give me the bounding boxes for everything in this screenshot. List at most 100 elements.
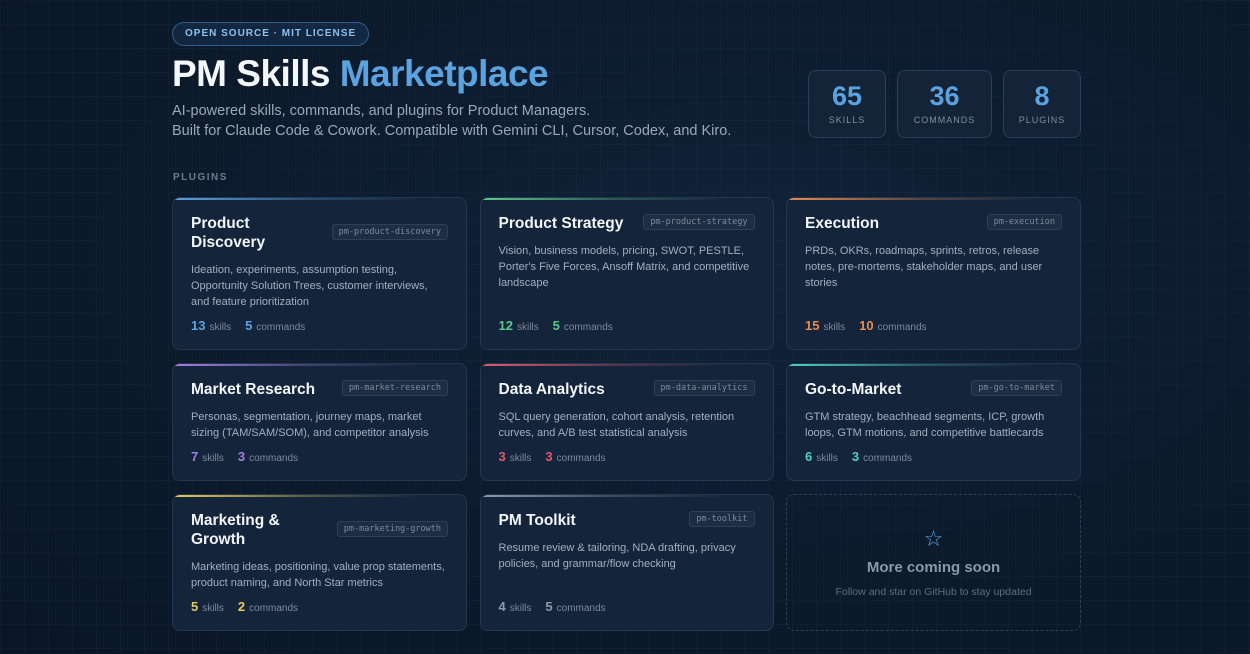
skills-count: 5 [191, 599, 199, 614]
plugin-tag: pm-execution [986, 214, 1062, 230]
plugin-counts: 3 skills 3 commands [499, 449, 606, 464]
stat-value: 36 [929, 81, 960, 111]
stat-label: COMMANDS [913, 115, 976, 125]
skills-count: 12 [498, 318, 513, 333]
plugin-counts: 12 skills 5 commands [499, 318, 613, 333]
plugin-name: Product Discovery [191, 215, 266, 251]
plugin-tag: pm-toolkit [689, 511, 755, 527]
commands-count: 10 [859, 318, 874, 333]
plugin-name: Execution [805, 215, 880, 232]
card-accent-line [173, 495, 466, 497]
title-main: PM Skills [172, 53, 330, 94]
plugin-tag: pm-go-to-market [971, 380, 1062, 396]
page-container: OPEN SOURCE · MIT LICENSE PM Skills Mark… [172, 22, 1081, 631]
commands-label: commands [556, 603, 606, 614]
plugin-card-product-discovery[interactable]: Product Discovery pm-product-discovery I… [172, 197, 467, 350]
plugin-card-go-to-market[interactable]: Go-to-Market pm-go-to-market GTM strateg… [786, 363, 1081, 481]
skills-label: skills [509, 453, 532, 464]
commands-count: 3 [237, 449, 246, 464]
plugin-description: Ideation, experiments, assumption testin… [191, 264, 428, 308]
plugin-tag: pm-product-strategy [643, 214, 755, 230]
plugin-description: GTM strategy, beachhead segments, ICP, g… [805, 411, 1045, 439]
plugin-card-marketing-growth[interactable]: Marketing & Growth pm-marketing-growth M… [172, 494, 467, 631]
card-accent-line [173, 364, 466, 366]
stat-skills: 65 SKILLS [808, 70, 886, 138]
plugin-name: PM Toolkit [498, 512, 576, 529]
plugin-counts: 6 skills 3 commands [805, 449, 912, 464]
commands-count: 2 [237, 599, 246, 614]
skills-count: 7 [191, 449, 199, 464]
commands-label: commands [563, 322, 613, 333]
commands-count: 5 [545, 599, 553, 614]
skills-count: 4 [498, 599, 506, 614]
plugin-card-product-strategy[interactable]: Product Strategy pm-product-strategy Vis… [479, 197, 774, 350]
card-accent-line [480, 495, 773, 497]
commands-count: 3 [545, 449, 553, 464]
skills-label: skills [209, 322, 232, 333]
plugin-card-pm-toolkit[interactable]: PM Toolkit pm-toolkit Resume review & ta… [479, 494, 774, 631]
plugin-tag: pm-market-research [341, 380, 448, 396]
stat-label: SKILLS [828, 115, 866, 125]
plugin-counts: 5 skills 2 commands [191, 599, 298, 614]
plugin-card-execution[interactable]: Execution pm-execution PRDs, OKRs, roadm… [786, 197, 1081, 350]
plugin-name: Market Research [191, 381, 316, 398]
star-icon: ☆ [923, 526, 944, 551]
plugin-name: Product Strategy [498, 215, 624, 232]
skills-count: 6 [805, 449, 813, 464]
plugin-counts: 13 skills 5 commands [191, 318, 305, 333]
stat-plugins: 8 PLUGINS [1003, 70, 1081, 138]
section-label-plugins: PLUGINS [173, 172, 228, 183]
skills-count: 3 [498, 449, 506, 464]
commands-count: 5 [552, 318, 560, 333]
license-badge: OPEN SOURCE · MIT LICENSE [172, 22, 370, 46]
plugin-description: Marketing ideas, positioning, value prop… [191, 561, 445, 589]
skills-label: skills [516, 322, 539, 333]
commands-label: commands [556, 453, 606, 464]
plugin-description: Resume review & tailoring, NDA drafting,… [498, 542, 736, 570]
plugin-description: Personas, segmentation, journey maps, ma… [191, 411, 429, 439]
plugin-counts: 15 skills 10 commands [805, 318, 927, 333]
plugin-card-market-research[interactable]: Market Research pm-market-research Perso… [172, 363, 467, 481]
card-accent-line [480, 364, 773, 366]
plugin-name: Marketing & Growth [191, 512, 280, 548]
commands-label: commands [249, 603, 299, 614]
commands-count: 5 [245, 318, 253, 333]
stat-label: PLUGINS [1018, 115, 1066, 125]
stat-commands: 36 COMMANDS [897, 70, 992, 138]
skills-label: skills [509, 603, 532, 614]
skills-count: 13 [191, 318, 206, 333]
coming-soon-subtitle: Follow and star on GitHub to stay update… [835, 586, 1032, 598]
commands-label: commands [256, 322, 306, 333]
commands-label: commands [249, 453, 299, 464]
card-accent-line [787, 364, 1080, 366]
stats-panel: 65 SKILLS 36 COMMANDS 8 PLUGINS [808, 70, 1081, 138]
commands-count: 3 [851, 449, 860, 464]
plugin-description: SQL query generation, cohort analysis, r… [498, 411, 735, 439]
plugin-tag: pm-marketing-growth [336, 521, 448, 537]
plugin-description: PRDs, OKRs, roadmaps, sprints, retros, r… [805, 245, 1043, 289]
skills-label: skills [202, 453, 224, 464]
plugin-tag: pm-product-discovery [331, 224, 448, 240]
commands-label: commands [877, 322, 927, 333]
plugin-description: Vision, business models, pricing, SWOT, … [498, 245, 750, 289]
plugin-name: Data Analytics [498, 381, 605, 398]
commands-label: commands [863, 453, 913, 464]
stat-value: 65 [831, 81, 863, 111]
coming-soon-card: ☆ More coming soon Follow and star on Gi… [786, 494, 1081, 631]
skills-label: skills [823, 322, 846, 333]
plugin-card-data-analytics[interactable]: Data Analytics pm-data-analytics SQL que… [479, 363, 774, 481]
plugin-counts: 7 skills 3 commands [191, 449, 298, 464]
plugin-counts: 4 skills 5 commands [499, 599, 606, 614]
card-accent-line [173, 198, 466, 200]
plugin-name: Go-to-Market [805, 381, 902, 398]
card-accent-line [480, 198, 773, 200]
coming-soon-title: More coming soon [866, 559, 1001, 576]
skills-label: skills [816, 453, 838, 464]
plugin-grid: Product Discovery pm-product-discovery I… [172, 197, 1081, 631]
skills-label: skills [202, 603, 224, 614]
plugin-tag: pm-data-analytics [653, 380, 755, 396]
card-accent-line [787, 198, 1080, 200]
title-accent: Marketplace [339, 53, 549, 94]
skills-count: 15 [805, 318, 820, 333]
stat-value: 8 [1034, 81, 1050, 111]
